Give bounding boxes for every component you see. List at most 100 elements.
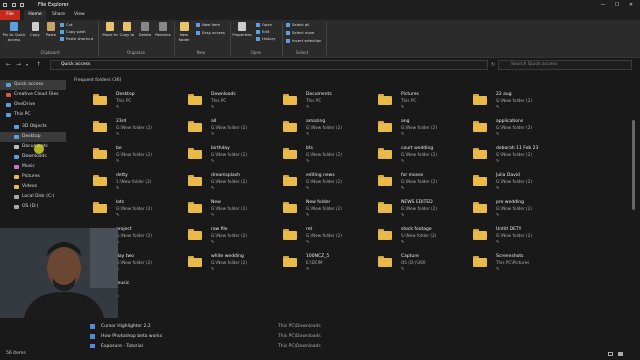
folder-tile[interactable]: deborah 11 Feb 23 G:\New folder (2) ✎: [472, 146, 562, 174]
edit-button[interactable]: Edit: [256, 29, 269, 34]
folder-path: OS (D:)\360: [401, 260, 426, 265]
folder-tile[interactable]: New G:\New folder (2) ✎: [187, 200, 277, 228]
folder-tile[interactable]: Screenshots This PC\Pictures ✎: [472, 254, 562, 282]
folder-tile[interactable]: raw file G:\New folder (2) ✎: [187, 227, 277, 255]
rename-button[interactable]: Rename: [154, 22, 172, 37]
folder-tile[interactable]: bts G:\New folder (2) ✎: [282, 146, 372, 174]
paste-button[interactable]: Paste: [44, 22, 58, 37]
address-bar[interactable]: Quick access: [50, 60, 488, 70]
folder-tile[interactable]: editing news G:\New folder (2) ✎: [282, 173, 372, 201]
folder-tile[interactable]: all G:\New folder (2) ✎: [187, 119, 277, 147]
folder-tile[interactable]: NEWS EDITED G:\New folder (2) ✎: [377, 200, 467, 228]
sidebar-item-this-pc[interactable]: This PC: [0, 110, 66, 120]
select-all-button[interactable]: Select all: [286, 22, 309, 27]
folder-tile[interactable]: 100NCZ_5 E:\DCIM ✎: [282, 254, 372, 282]
list-item[interactable]: How Photoshop beta works This PC\Download…: [68, 332, 368, 341]
back-icon[interactable]: ←: [6, 60, 11, 70]
minimize-button[interactable]: —: [596, 0, 610, 10]
folder-icon: [14, 145, 19, 149]
folder-tile[interactable]: be G:\New folder (2) ✎: [92, 146, 182, 174]
folder-tile[interactable]: New folder G:\New folder (2) ✎: [282, 200, 372, 228]
folder-tile[interactable]: Capture OS (D:)\360 ✎: [377, 254, 467, 282]
sidebar-item-3d-objects[interactable]: 3D Objects: [0, 122, 66, 132]
folder-tile[interactable]: lots G:\New folder (2) ✎: [92, 200, 182, 228]
recent-locations-icon[interactable]: ▾: [26, 60, 28, 70]
folder-tile[interactable]: pre wedding G:\New folder (2) ✎: [472, 200, 562, 228]
copy-icon: [31, 22, 39, 31]
folder-path: This PC: [211, 98, 227, 103]
copy-button[interactable]: Copy: [28, 22, 42, 37]
frequent-folders-header[interactable]: Frequent folders (36): [74, 78, 121, 83]
open-button[interactable]: Open: [256, 22, 272, 27]
sidebar-item-onedrive[interactable]: OneDrive: [0, 100, 66, 110]
paste-shortcut-button[interactable]: Paste shortcut: [60, 36, 93, 41]
delete-button[interactable]: Delete: [137, 22, 153, 37]
sidebar-item-creative-cloud-files[interactable]: Creative Cloud Files: [0, 90, 66, 100]
tab-home[interactable]: Home: [24, 10, 46, 20]
folder-tile[interactable]: 23rd G:\New folder (2) ✎: [92, 119, 182, 147]
window-title: File Explorer: [38, 2, 69, 8]
folder-tile[interactable]: for moses G:\New folder (2) ✎: [377, 173, 467, 201]
properties-button[interactable]: Properties: [232, 22, 252, 37]
move-to-button[interactable]: Move to: [102, 22, 118, 37]
close-button[interactable]: ✕: [624, 0, 638, 10]
sidebar-item-videos[interactable]: Videos: [0, 182, 66, 192]
save-icon[interactable]: [12, 3, 16, 7]
cut-button[interactable]: Cut: [60, 22, 73, 27]
folder-tile[interactable]: Downloads This PC ✎: [187, 92, 277, 120]
sidebar-item-documents[interactable]: Documents: [0, 142, 66, 152]
folder-tile[interactable]: ret G:\New folder (2) ✎: [282, 227, 372, 255]
folder-tile[interactable]: dreamsplash G:\New folder (2) ✎: [187, 173, 277, 201]
folder-tile[interactable]: stock footage S:\New folder (2) ✎: [377, 227, 467, 255]
scrollbar-thumb[interactable]: [632, 120, 635, 210]
folder-icon: [93, 94, 107, 105]
search-input[interactable]: Search Quick access: [498, 60, 632, 70]
new-folder-button[interactable]: New folder: [176, 22, 192, 42]
folder-tile[interactable]: court wedding G:\New folder (2) ✎: [377, 146, 467, 174]
refresh-icon[interactable]: ↻: [491, 60, 495, 70]
history-button[interactable]: History: [256, 36, 276, 41]
invert-selection-button[interactable]: Invert selection: [286, 38, 321, 43]
folder-tile[interactable]: Untitl DETY G:\New folder (2) ✎: [472, 227, 562, 255]
folder-tile[interactable]: white wedding G:\New folder (2) ✎: [187, 254, 277, 282]
select-none-button[interactable]: Select none: [286, 30, 314, 35]
ribbon: Pin to Quick access Copy Paste Cut Copy …: [0, 20, 640, 58]
tab-file[interactable]: File: [0, 10, 20, 20]
pin-icon: ✎: [306, 239, 310, 244]
sidebar-item-quick-access[interactable]: Quick access: [0, 80, 66, 90]
pin-quick-access-button[interactable]: Pin to Quick access: [2, 22, 26, 42]
sidebar-item-pictures[interactable]: Pictures: [0, 172, 66, 182]
maximize-button[interactable]: ☐: [610, 0, 624, 10]
folder-tile[interactable]: Julia David G:\New folder (2) ✎: [472, 173, 562, 201]
folder-tile[interactable]: detty 1:\New folder (2) ✎: [92, 173, 182, 201]
details-view-icon[interactable]: [608, 352, 613, 356]
sidebar-item-desktop[interactable]: Desktop: [0, 132, 66, 142]
folder-tile[interactable]: Documents This PC ✎: [282, 92, 372, 120]
folder-tile[interactable]: Pictures This PC ✎: [377, 92, 467, 120]
new-item-button[interactable]: New item: [196, 22, 220, 27]
large-icons-view-icon[interactable]: [618, 352, 623, 356]
folder-name: for moses: [401, 173, 424, 178]
folder-tile[interactable]: applications G:\New folder (2) ✎: [472, 119, 562, 147]
copy-to-button[interactable]: Copy to: [119, 22, 135, 37]
tab-share[interactable]: Share: [52, 10, 65, 20]
folder-tile[interactable]: 22 aug G:\New folder (2) ✎: [472, 92, 562, 120]
folder-tile[interactable]: ang G:\New folder (2) ✎: [377, 119, 467, 147]
copy-path-button[interactable]: Copy path: [60, 29, 85, 34]
tab-view[interactable]: View: [74, 10, 85, 20]
easy-access-button[interactable]: Easy access: [196, 30, 225, 35]
sidebar-item-downloads[interactable]: Downloads: [0, 152, 66, 162]
list-item[interactable]: Cursor Highlighter 2.2 This PC\Downloads: [68, 322, 368, 331]
folder-tile[interactable]: Desktop This PC ✎: [92, 92, 182, 120]
folder-tile[interactable]: birthday G:\New folder (2) ✎: [187, 146, 277, 174]
folder-icon[interactable]: [20, 3, 24, 7]
up-icon[interactable]: ↑: [36, 60, 41, 70]
folder-tile[interactable]: amazing G:\New folder (2) ✎: [282, 119, 372, 147]
scrollbar[interactable]: [632, 80, 636, 348]
sidebar-item-music[interactable]: Music: [0, 162, 66, 172]
forward-icon[interactable]: →: [16, 60, 21, 70]
folder-icon: [473, 229, 487, 240]
folder-name: 100NCZ_5: [306, 254, 330, 259]
sidebar-item-local-disk-c[interactable]: Local Disk (C:): [0, 192, 66, 202]
sidebar-item-os-d[interactable]: OS (D:): [0, 202, 66, 212]
